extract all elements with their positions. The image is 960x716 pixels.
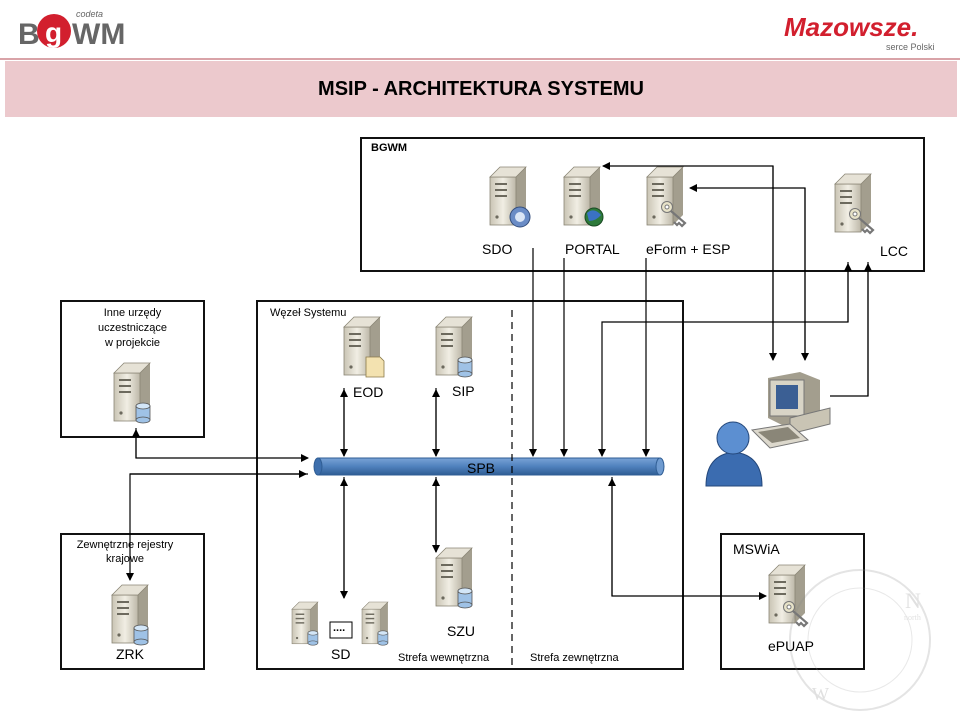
inne-urzedy-server-icon (113, 362, 151, 424)
sdo-label: SDO (482, 241, 513, 257)
sd-server-icon-1 (291, 601, 319, 646)
svg-text:north: north (904, 613, 921, 622)
eform-server-icon (646, 166, 687, 228)
svg-text:W: W (812, 684, 829, 704)
sd-label: SD (331, 646, 351, 662)
svg-text:N: N (905, 588, 921, 613)
zewnetrzne-rejestry-label: Zewnętrzne rejestry krajowe (76, 539, 174, 565)
sip-server-icon (435, 316, 473, 378)
sd-dots: .... (333, 622, 346, 634)
mswia-label: MSWiA (733, 541, 780, 557)
szu-server-icon (435, 547, 473, 609)
strefa-zewnetrzna-label: Strefa zewnętrzna (530, 652, 619, 664)
zrk-label: ZRK (116, 646, 144, 662)
connections (126, 162, 872, 600)
lcc-server-icon (834, 173, 875, 235)
sdo-server-icon (489, 166, 531, 228)
sd-server-icon-2 (361, 601, 389, 646)
strefa-wewnetrzna-label: Strefa wewnętrzna (398, 652, 490, 664)
lcc-label: LCC (880, 243, 909, 259)
eod-label: EOD (353, 384, 384, 400)
spb-label: SPB (467, 460, 496, 476)
zrk-server-icon (111, 584, 149, 646)
workstation-icon (750, 372, 831, 449)
portal-label: PORTAL (565, 241, 620, 257)
eod-server-icon (343, 316, 385, 378)
epuap-label: ePUAP (768, 638, 814, 654)
sip-label: SIP (452, 383, 475, 399)
szu-label: SZU (447, 623, 475, 639)
portal-server-icon (563, 166, 604, 227)
bgwm-label: BGWM (371, 142, 408, 154)
epuap-server-icon (768, 564, 809, 628)
wezel-systemu-label: Węzeł Systemu (270, 307, 347, 319)
architecture-diagram: N north W (111, 162, 931, 711)
eform-label: eForm + ESP (646, 241, 731, 257)
inne-urzedy-label: Inne urzędy uczestniczące w projekcie (97, 307, 168, 349)
